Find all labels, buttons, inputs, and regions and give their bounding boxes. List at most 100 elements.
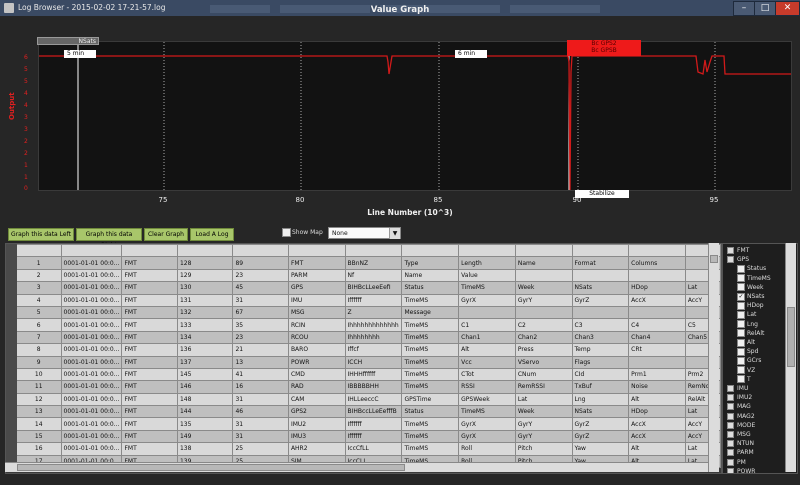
table-cell[interactable] [176,244,234,258]
table-cell[interactable]: FMT [121,442,178,456]
table-cell[interactable]: TimeMS [401,355,460,369]
table-cell[interactable]: CMD [287,367,346,382]
table-cell[interactable]: 129 [176,268,234,283]
row-number-cell[interactable]: 13 [15,405,62,419]
table-cell[interactable]: GyrX [458,429,516,444]
table-cell[interactable]: BARO [287,343,346,357]
table-cell[interactable]: 130 [176,281,234,295]
table-cell[interactable] [458,244,516,258]
table-cell[interactable]: RAD [287,380,346,394]
table-cell[interactable]: Temp [571,343,630,357]
table-row[interactable]: 6 0001-01-01 00:0... FMT 133 35 RCIN Ihhhhhhhh… [6,318,721,332]
table-cell[interactable]: Chan3 [571,330,630,345]
table-cell[interactable]: CNum [514,367,573,382]
table-cell[interactable]: GPS2 [287,405,346,419]
table-cell[interactable]: Status [401,281,460,295]
table-cell[interactable]: C4 [628,318,686,332]
table-row[interactable]: 5 0001-01-01 00:0... FMT 132 67 MSG Z Message [6,305,721,320]
table-cell[interactable]: GyrZ [571,293,630,307]
checkbox-icon[interactable] [737,274,745,283]
table-cell[interactable]: Name [401,268,460,283]
checkbox-icon[interactable] [737,338,745,347]
table-row[interactable]: 15 0001-01-01 00:0... FMT 149 31 IMU3 Iffffff T… [6,429,721,444]
row-number-cell[interactable]: 9 [15,355,62,369]
table-cell[interactable]: HDop [628,405,686,419]
table-cell[interactable] [571,305,630,320]
table-cell[interactable]: 23 [232,330,289,345]
table-cell[interactable]: FMT [121,355,178,369]
table-cell[interactable]: RemRSSI [514,380,573,394]
table-cell[interactable]: TimeMS [401,318,460,332]
table-cell[interactable]: TimeMS [401,380,460,394]
table-cell[interactable]: 132 [176,305,234,320]
checkbox-checked-icon[interactable]: ✓ [737,292,745,301]
table-cell[interactable]: C2 [514,318,573,332]
table-cell[interactable]: Yaw [571,442,630,456]
table-cell[interactable]: Iffffff [344,293,403,307]
log-table[interactable]: 1 0001-01-01 00:0... FMT 128 89 FMT BBnNZ Type L… [5,243,722,474]
table-cell[interactable] [232,244,289,258]
table-cell[interactable]: Chan4 [628,330,686,345]
table-cell[interactable]: IHHHffffff [344,367,403,382]
table-cell[interactable]: GyrX [458,417,516,431]
table-cell[interactable]: IccCfLL [344,442,403,456]
table-cell[interactable]: CId [571,367,630,382]
table-cell[interactable]: FMT [121,330,178,345]
table-cell[interactable] [514,244,573,258]
table-cell[interactable]: Pitch [514,442,573,456]
row-number-cell[interactable]: 16 [15,442,62,456]
table-cell[interactable] [60,244,123,258]
table-cell[interactable]: 133 [176,318,234,332]
table-cell[interactable]: NSats [571,281,630,295]
table-cell[interactable]: Value [458,268,516,283]
table-cell[interactable]: GyrY [514,417,573,431]
table-cell[interactable]: RCOU [287,330,346,345]
row-number-cell[interactable]: 1 [15,256,62,270]
table-cell[interactable]: 0001-01-01 00:0... [60,417,123,431]
table-cell[interactable]: 0001-01-01 00:0... [60,405,123,419]
show-map-checkbox[interactable] [282,228,291,237]
table-cell[interactable]: 35 [232,318,289,332]
row-number-cell[interactable]: 8 [15,343,62,357]
table-cell[interactable]: TxBuf [571,380,630,394]
table-cell[interactable]: Chan1 [458,330,516,345]
table-cell[interactable]: 46 [232,405,289,419]
table-row[interactable] [6,244,721,258]
table-cell[interactable]: 0001-01-01 00:0... [60,293,123,307]
table-cell[interactable]: 0001-01-01 00:0... [60,429,123,444]
table-cell[interactable]: Alt [628,442,686,456]
chevron-down-icon[interactable]: ▼ [389,228,400,239]
clear-graph-button[interactable]: Clear Graph [144,228,188,241]
table-cell[interactable]: MSG [287,305,346,320]
map-select[interactable]: None ▼ [328,227,401,239]
table-cell[interactable]: Ihhhhhhhhhhhhh [344,318,403,332]
table-cell[interactable]: 0001-01-01 00:0... [60,343,123,357]
table-cell[interactable]: 144 [176,405,234,419]
table-cell[interactable]: AccX [628,417,686,431]
table-cell[interactable]: C1 [458,318,516,332]
table-cell[interactable]: Press [514,343,573,357]
row-number-cell[interactable]: 11 [15,380,62,394]
table-cell[interactable]: BBnNZ [344,256,403,270]
table-cell[interactable]: 148 [176,392,234,407]
table-row[interactable]: 3 0001-01-01 00:0... FMT 130 45 GPS BIHBcLLeeE… [6,281,721,295]
table-cell[interactable]: GyrZ [571,417,630,431]
table-cell[interactable]: 0001-01-01 00:0... [60,281,123,295]
table-row[interactable]: 12 0001-01-01 00:0... FMT 148 31 CAM IHLLeeccC… [6,392,721,407]
checkbox-icon[interactable] [737,356,745,365]
table-cell[interactable]: GPSTime [401,392,460,407]
table-cell[interactable]: FMT [287,256,346,270]
table-cell[interactable]: 31 [232,417,289,431]
table-cell[interactable]: Alt [628,392,686,407]
table-cell[interactable]: GyrY [514,293,573,307]
table-cell[interactable]: FMT [121,256,178,270]
table-cell[interactable]: GPSWeek [458,392,516,407]
checkbox-icon[interactable] [737,329,745,338]
table-cell[interactable]: Week [514,405,573,419]
table-cell[interactable]: 136 [176,343,234,357]
table-cell[interactable]: Format [571,256,630,270]
table-cell[interactable]: Prm1 [628,367,686,382]
table-cell[interactable]: TimeMS [458,405,516,419]
table-row[interactable]: 10 0001-01-01 00:0... FMT 145 41 CMD IHHHfffff… [6,367,721,382]
table-cell[interactable] [514,268,573,283]
